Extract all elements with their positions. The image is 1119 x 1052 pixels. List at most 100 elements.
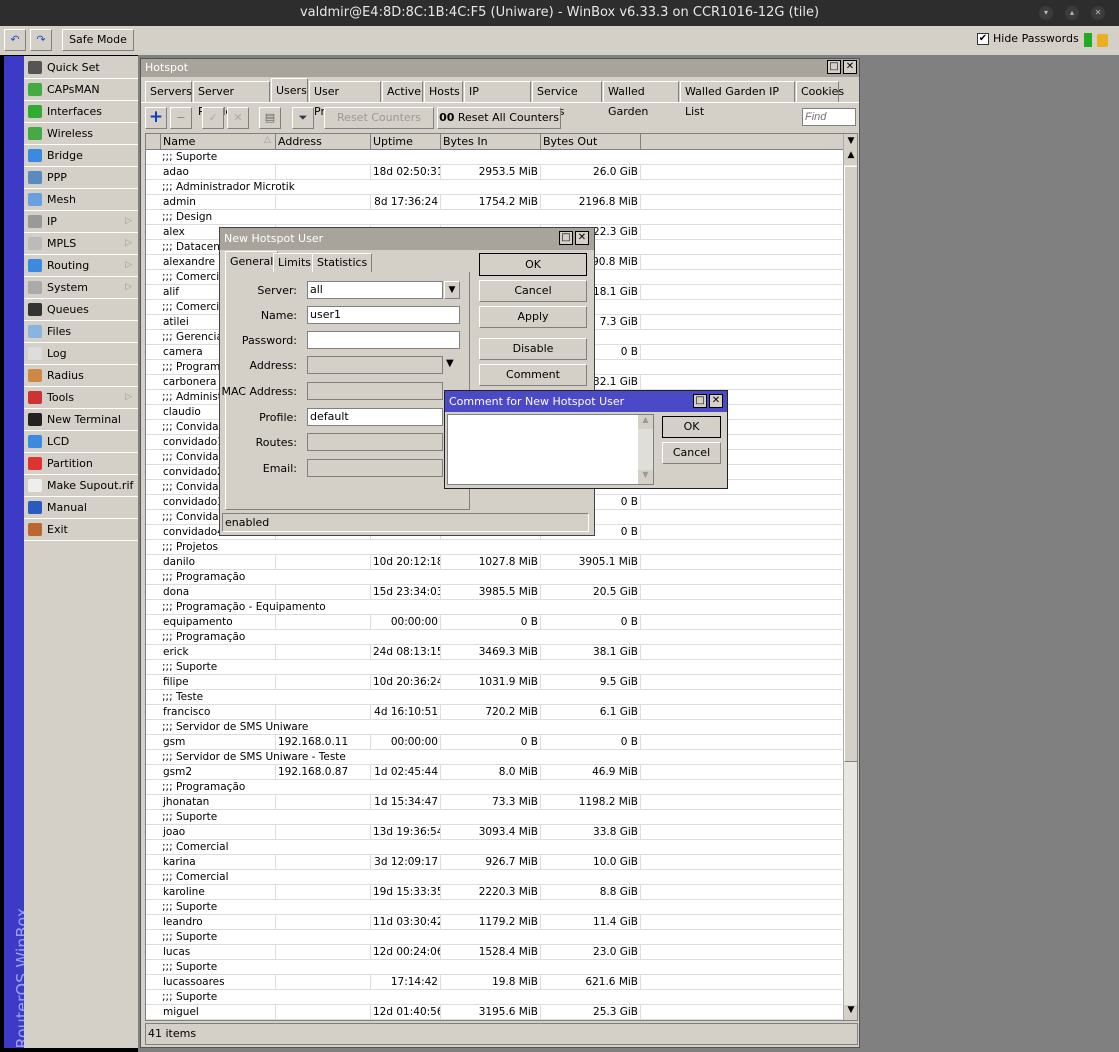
tab-service-ports[interactable]: Service Ports [532, 81, 602, 118]
table-row[interactable]: lucas 12d 00:24:06 1528.4 MiB 23.0 GiB [146, 945, 842, 960]
column-menu-icon[interactable]: ▼ [843, 134, 857, 150]
close-icon[interactable]: ✕ [1091, 6, 1105, 20]
column-header-name[interactable]: Name [161, 134, 276, 150]
maximize-icon[interactable]: □ [559, 231, 573, 245]
table-row[interactable]: filipe 10d 20:36:24 1031.9 MiB 9.5 GiB [146, 675, 842, 690]
tab-server-profiles[interactable]: Server Profiles [193, 81, 270, 118]
tab-statistics[interactable]: Statistics [312, 253, 373, 272]
comment-row[interactable]: ;;; Teste [146, 690, 842, 705]
scroll-down-icon[interactable]: ▼ [844, 1005, 857, 1020]
mac-address-input[interactable] [307, 382, 443, 400]
find-input[interactable] [802, 108, 856, 126]
profile-select[interactable]: default [307, 408, 443, 426]
reset-counters-button[interactable]: Reset Counters [324, 107, 434, 129]
tab-walled-garden-ip-list[interactable]: Walled Garden IP List [680, 81, 795, 118]
vertical-scrollbar[interactable]: ▲ ▼ [843, 150, 857, 1020]
sidebar-item-tools[interactable]: Tools ▷ [24, 387, 138, 409]
sidebar-item-exit[interactable]: Exit [24, 519, 138, 541]
comment-row[interactable]: ;;; Programação - Equipamento [146, 600, 842, 615]
table-row[interactable]: karoline 19d 15:33:35 2220.3 MiB 8.8 GiB [146, 885, 842, 900]
table-row[interactable]: lucassoares 17:14:42 19.8 MiB 621.6 MiB [146, 975, 842, 990]
scroll-up-icon[interactable]: ▲ [844, 150, 857, 165]
column-header-address[interactable]: Address [276, 134, 371, 150]
comment-row[interactable]: ;;; Suporte [146, 660, 842, 675]
comment-row[interactable]: ;;; Programação [146, 630, 842, 645]
comment-row[interactable]: ;;; Programação [146, 570, 842, 585]
sidebar-item-partition[interactable]: Partition [24, 453, 138, 475]
sidebar-item-queues[interactable]: Queues [24, 299, 138, 321]
column-header-bytes-in[interactable]: Bytes In [441, 134, 541, 150]
filter-button[interactable]: ⏷ [292, 107, 314, 129]
table-row[interactable]: francisco 4d 16:10:51 720.2 MiB 6.1 GiB [146, 705, 842, 720]
scrollbar-thumb[interactable] [844, 166, 857, 762]
comment-row[interactable]: ;;; Suporte [146, 810, 842, 825]
sidebar-item-quick-set[interactable]: Quick Set [24, 57, 138, 79]
comment-button[interactable]: ▤ [259, 107, 281, 129]
table-row[interactable]: danilo 10d 20:12:18 1027.8 MiB 3905.1 MiB [146, 555, 842, 570]
comment-textarea[interactable] [447, 414, 654, 485]
sidebar-item-wireless[interactable]: Wireless [24, 123, 138, 145]
sidebar-item-routing[interactable]: Routing ▷ [24, 255, 138, 277]
sidebar-item-radius[interactable]: Radius [24, 365, 138, 387]
reset-all-counters-button[interactable]: 00 Reset All Counters [437, 107, 561, 129]
table-row[interactable]: joao 13d 19:36:54 3093.4 MiB 33.8 GiB [146, 825, 842, 840]
comment-row[interactable]: ;;; Servidor de SMS Uniware [146, 720, 842, 735]
comment-button[interactable]: Comment [479, 364, 587, 386]
comment-row[interactable]: ;;; Suporte [146, 990, 842, 1005]
email-input[interactable] [307, 459, 443, 477]
table-row[interactable]: dona 15d 23:34:03 3985.5 MiB 20.5 GiB [146, 585, 842, 600]
sidebar-item-capsman[interactable]: CAPsMAN [24, 79, 138, 101]
comment-row[interactable]: ;;; Suporte [146, 960, 842, 975]
comment-row[interactable]: ;;; Comercial [146, 840, 842, 855]
close-icon[interactable]: ✕ [843, 60, 857, 74]
remove-button[interactable]: − [170, 107, 192, 129]
table-row[interactable]: leandro 11d 03:30:42 1179.2 MiB 11.4 GiB [146, 915, 842, 930]
column-header-bytes-out[interactable]: Bytes Out [541, 134, 641, 150]
enable-button[interactable]: ✓ [202, 107, 224, 129]
column-header-uptime[interactable]: Uptime [371, 134, 441, 150]
tab-users[interactable]: Users [271, 78, 308, 103]
minimize-icon[interactable]: ▾ [1039, 6, 1053, 20]
sidebar-item-ppp[interactable]: PPP [24, 167, 138, 189]
routes-input[interactable] [307, 433, 443, 451]
comment-row[interactable]: ;;; Design [146, 210, 842, 225]
name-input[interactable]: user1 [307, 306, 460, 324]
comment-scrollbar[interactable]: ▲ ▼ [638, 415, 653, 484]
sidebar-item-ip[interactable]: IP ▷ [24, 211, 138, 233]
sidebar-item-bridge[interactable]: Bridge [24, 145, 138, 167]
sidebar-item-make-supout-rif[interactable]: Make Supout.rif [24, 475, 138, 497]
table-row[interactable]: jhonatan 1d 15:34:47 73.3 MiB 1198.2 MiB [146, 795, 842, 810]
close-icon[interactable]: ✕ [575, 231, 589, 245]
sidebar-item-log[interactable]: Log [24, 343, 138, 365]
apply-button[interactable]: Apply [479, 306, 587, 328]
sidebar-item-files[interactable]: Files [24, 321, 138, 343]
comment-row[interactable]: ;;; Programação [146, 780, 842, 795]
tab-general[interactable]: General [225, 251, 279, 272]
scroll-down-icon[interactable]: ▼ [638, 470, 653, 484]
comment-row[interactable]: ;;; Suporte [146, 900, 842, 915]
table-row[interactable]: adao 18d 02:50:31 2953.5 MiB 26.0 GiB [146, 165, 842, 180]
tab-user-profiles[interactable]: User Profiles [309, 81, 381, 118]
maximize-icon[interactable]: ▴ [1065, 6, 1079, 20]
sidebar-item-lcd[interactable]: LCD [24, 431, 138, 453]
sidebar-item-new-terminal[interactable]: New Terminal [24, 409, 138, 431]
add-button[interactable]: + [145, 107, 167, 129]
comment-row[interactable]: ;;; Servidor de SMS Uniware - Teste [146, 750, 842, 765]
comment-row[interactable]: ;;; Administrador Microtik [146, 180, 842, 195]
table-row[interactable]: karina 3d 12:09:17 926.7 MiB 10.0 GiB [146, 855, 842, 870]
server-dropdown-icon[interactable]: ▼ [444, 281, 460, 299]
table-row[interactable]: equipamento 00:00:00 0 B0 B [146, 615, 842, 630]
maximize-icon[interactable]: □ [827, 60, 841, 74]
table-row[interactable]: admin 8d 17:36:24 1754.2 MiB 2196.8 MiB [146, 195, 842, 210]
tab-limits[interactable]: Limits [273, 253, 316, 272]
tab-active[interactable]: Active [382, 81, 423, 102]
comment-row[interactable]: ;;; Suporte [146, 150, 842, 165]
password-input[interactable] [307, 331, 460, 349]
tab-cookies[interactable]: Cookies [796, 81, 844, 102]
sidebar-item-interfaces[interactable]: Interfaces [24, 101, 138, 123]
comment-row[interactable]: ;;; Projetos [146, 540, 842, 555]
address-dropdown-icon[interactable]: ▼ [446, 358, 454, 369]
hide-passwords-checkbox[interactable]: ✔ [977, 33, 989, 45]
sidebar-item-mpls[interactable]: MPLS ▷ [24, 233, 138, 255]
sidebar-item-system[interactable]: System ▷ [24, 277, 138, 299]
